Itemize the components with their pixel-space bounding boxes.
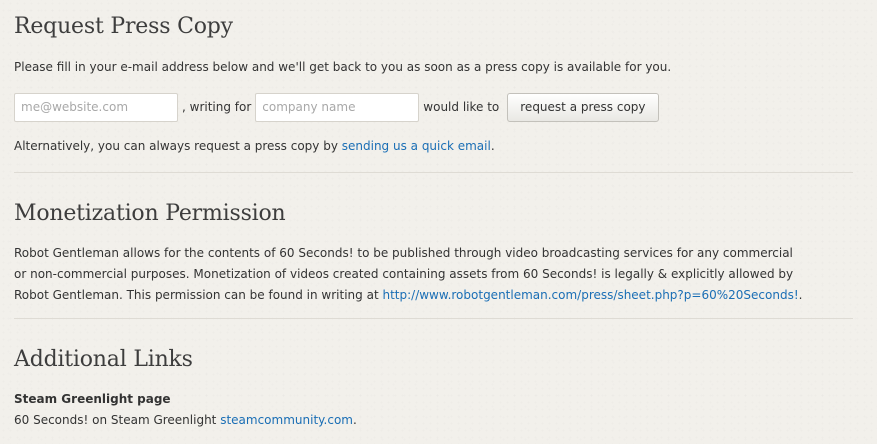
request-press-copy-button[interactable]: request a press copy	[507, 92, 659, 122]
monetization-body: Robot Gentleman allows for the contents …	[14, 243, 804, 306]
send-email-link[interactable]: sending us a quick email	[342, 139, 491, 153]
press-sheet-link[interactable]: http://www.robotgentleman.com/press/shee…	[382, 288, 798, 302]
press-copy-intro-wrap: Please fill in your e-mail address below…	[14, 57, 854, 78]
steamcommunity-link[interactable]: steamcommunity.com	[220, 413, 353, 427]
writing-for-label: , writing for	[182, 100, 252, 114]
additional-links-section: Additional Links	[14, 347, 854, 372]
divider	[14, 172, 853, 173]
would-like-to-label: would like to	[423, 100, 500, 114]
press-copy-intro: Please fill in your e-mail address below…	[14, 60, 672, 74]
press-page: Request Press Copy Please fill in your e…	[0, 0, 877, 444]
divider	[14, 318, 853, 319]
press-copy-title: Request Press Copy	[14, 14, 233, 39]
greenlight-item-suffix: .	[353, 413, 357, 427]
greenlight-item-text: 60 Seconds! on Steam Greenlight	[14, 413, 221, 427]
monetization-body-wrap: Robot Gentleman allows for the contents …	[14, 243, 804, 306]
email-input[interactable]	[14, 92, 178, 122]
press-copy-alt-wrap: Alternatively, you can always request a …	[14, 136, 854, 157]
greenlight-item: 60 Seconds! on Steam Greenlight steamcom…	[14, 410, 854, 431]
press-copy-alt: Alternatively, you can always request a …	[14, 136, 854, 157]
monetization-section: Monetization Permission	[14, 201, 854, 226]
monetization-title: Monetization Permission	[14, 201, 286, 226]
company-input[interactable]	[255, 92, 420, 122]
press-copy-form: , writing for would like to request a pr…	[14, 92, 659, 122]
press-copy-section: Request Press Copy	[14, 14, 854, 39]
press-copy-alt-prefix: Alternatively, you can always request a …	[14, 139, 342, 153]
monetization-suffix: .	[798, 288, 803, 302]
additional-links-title: Additional Links	[14, 347, 193, 372]
additional-links-list: Steam Greenlight page 60 Seconds! on Ste…	[14, 389, 854, 431]
greenlight-item-title: Steam Greenlight page	[14, 392, 171, 406]
press-copy-alt-suffix: .	[490, 139, 495, 153]
